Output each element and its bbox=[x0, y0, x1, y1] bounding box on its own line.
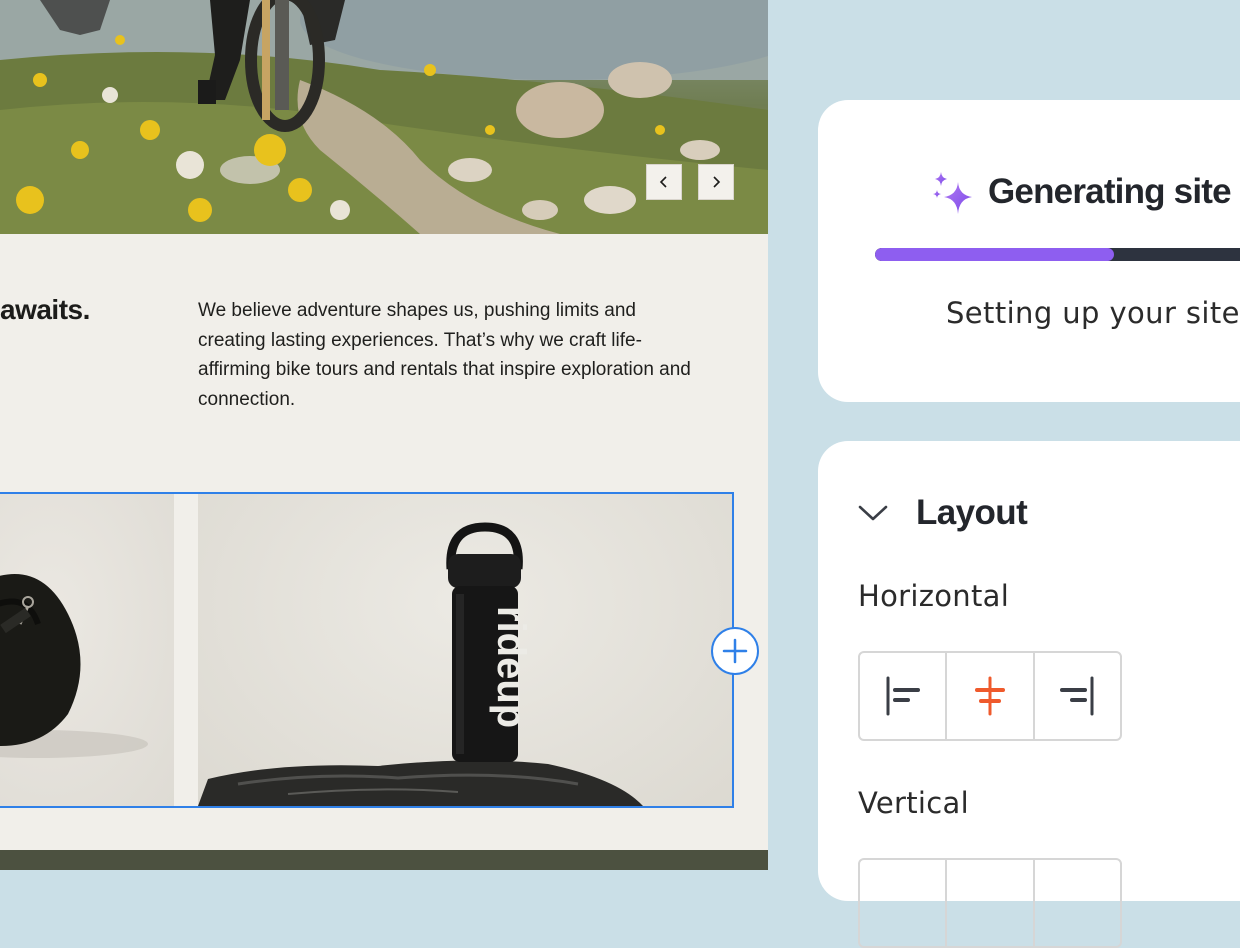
selected-gallery-block[interactable]: rideup bbox=[0, 492, 734, 808]
vertical-alignment-group bbox=[858, 858, 1122, 948]
slider-prev-button[interactable] bbox=[646, 164, 682, 200]
generating-title: Generating site bbox=[988, 172, 1232, 211]
generating-title-row: Generating site bbox=[928, 168, 1232, 216]
align-middle-button[interactable] bbox=[947, 860, 1035, 946]
chevron-down-icon bbox=[858, 505, 888, 521]
generation-status-text: Setting up your site bbox=[946, 296, 1240, 330]
align-left-icon bbox=[886, 676, 920, 716]
section-headline: awaits. bbox=[0, 294, 90, 325]
generation-progress-bar bbox=[875, 248, 1240, 261]
water-bottle-illustration: rideup bbox=[198, 522, 643, 806]
site-preview: awaits. We believe adventure shapes us, … bbox=[0, 0, 768, 870]
section-body-text: We believe adventure shapes us, pushing … bbox=[198, 300, 691, 410]
next-section-band bbox=[0, 850, 768, 870]
horizontal-label: Horizontal bbox=[858, 579, 1010, 613]
slider-next-button[interactable] bbox=[698, 164, 734, 200]
duffel-bag-illustration bbox=[0, 574, 148, 758]
chevron-right-icon bbox=[713, 176, 721, 188]
gallery-image-duffel-bag[interactable] bbox=[0, 494, 174, 806]
horizontal-alignment-group bbox=[858, 651, 1122, 741]
align-bottom-button[interactable] bbox=[1035, 860, 1120, 946]
align-center-icon bbox=[974, 676, 1005, 716]
layout-section-toggle[interactable]: Layout bbox=[858, 493, 1028, 533]
align-right-icon bbox=[1060, 676, 1094, 716]
layout-title: Layout bbox=[916, 493, 1028, 532]
align-top-button[interactable] bbox=[860, 860, 948, 946]
generating-site-card: Generating site Setting up your site bbox=[818, 100, 1240, 402]
progress-fill bbox=[875, 248, 1115, 261]
align-right-button[interactable] bbox=[1035, 653, 1120, 739]
gallery-image-water-bottle[interactable]: rideup bbox=[198, 494, 732, 806]
layout-settings-card: Layout Horizontal Vertical bbox=[818, 441, 1240, 948]
chevron-left-icon bbox=[659, 176, 667, 188]
hero-image bbox=[0, 0, 768, 234]
sparkles-icon bbox=[933, 172, 972, 214]
bottle-brand-text: rideup bbox=[489, 606, 533, 728]
align-left-button[interactable] bbox=[860, 653, 948, 739]
align-center-button[interactable] bbox=[947, 653, 1035, 739]
add-block-button[interactable] bbox=[711, 627, 759, 675]
vertical-label: Vertical bbox=[858, 786, 969, 820]
plus-icon bbox=[722, 638, 748, 664]
